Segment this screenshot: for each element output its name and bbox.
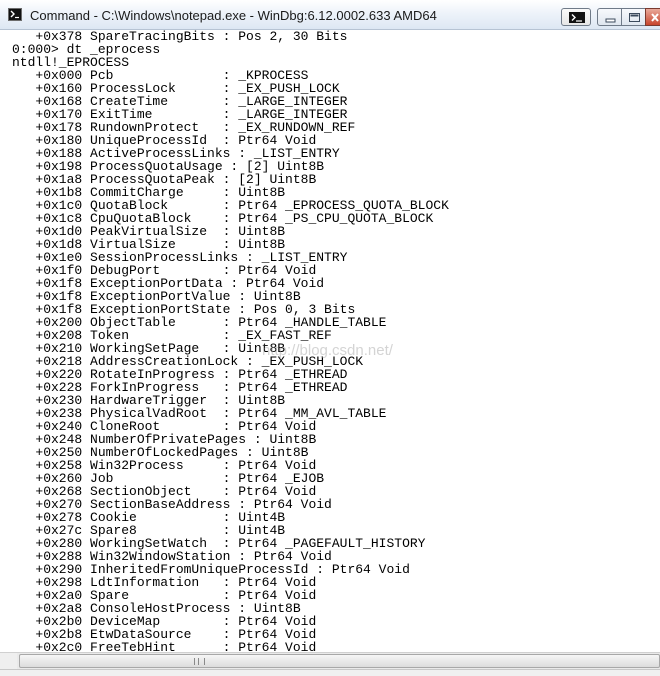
output-line: +0x2c0 FreeTebHint : Ptr64 Void — [12, 640, 317, 652]
maximize-button[interactable] — [621, 8, 646, 26]
grip-icon — [194, 658, 205, 665]
console-prompt-icon — [8, 8, 22, 21]
console-button[interactable] — [561, 8, 591, 26]
command-output-pane[interactable]: +0x378 SpareTracingBits : Pos 2, 30 Bits… — [0, 30, 660, 652]
scroll-left-area[interactable] — [0, 653, 17, 669]
horizontal-scrollbar[interactable] — [0, 652, 660, 669]
title-bar[interactable]: Command - C:\Windows\notepad.exe - WinDb… — [0, 0, 660, 30]
minimize-button[interactable] — [597, 8, 622, 26]
command-output-text: +0x378 SpareTracingBits : Pos 2, 30 Bits… — [12, 30, 449, 652]
close-button[interactable] — [645, 8, 660, 26]
status-bar — [0, 669, 660, 676]
scrollbar-thumb[interactable] — [19, 654, 660, 668]
windbg-command-window: Command - C:\Windows\notepad.exe - WinDb… — [0, 0, 660, 676]
window-title: Command - C:\Windows\notepad.exe - WinDb… — [30, 8, 437, 23]
watermark-text: http://blog.csdn.net/ — [262, 342, 393, 359]
